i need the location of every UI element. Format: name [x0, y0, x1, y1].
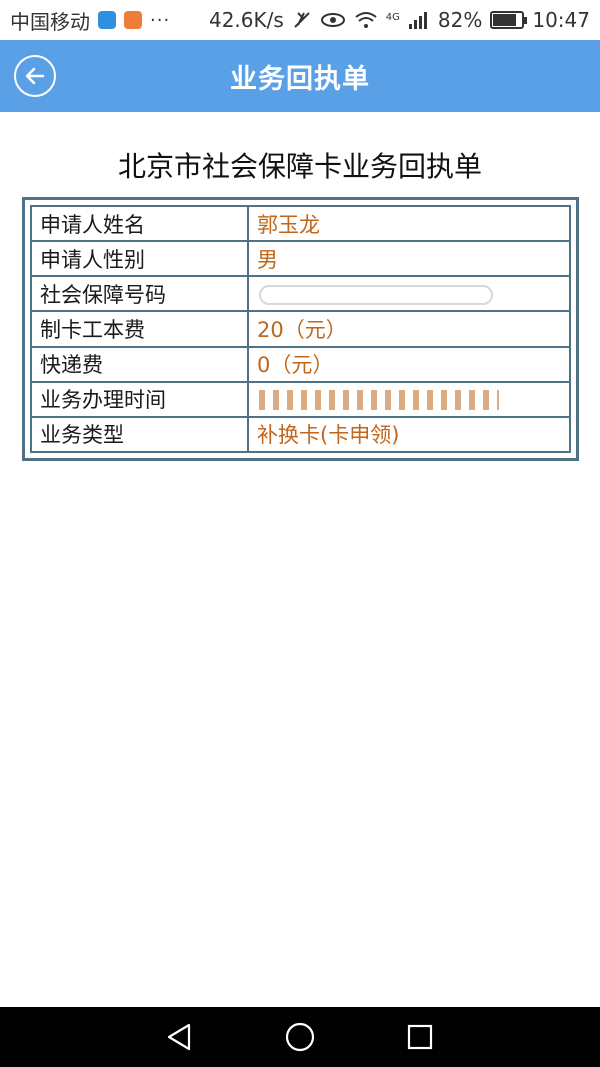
app-notification-icon [98, 11, 116, 29]
table-row: 制卡工本费 20（元） [30, 310, 571, 348]
row-label: 申请人性别 [30, 240, 249, 278]
app-notification-icon [124, 11, 142, 29]
process-time-redacted [247, 380, 571, 418]
table-row: 申请人性别 男 [30, 240, 571, 278]
table-row: 业务办理时间 [30, 380, 571, 418]
battery-percent: 82% [437, 8, 483, 32]
table-row: 业务类型 补换卡(卡申领) [30, 415, 571, 454]
row-label: 申请人姓名 [30, 204, 249, 243]
triangle-back-icon [167, 1023, 191, 1051]
system-nav-bar [0, 1007, 600, 1067]
social-security-number-redacted [247, 275, 571, 313]
wifi-icon [355, 12, 377, 28]
table-row: 快递费 0（元） [30, 345, 571, 383]
receipt-table: 申请人姓名 郭玉龙 申请人性别 男 社会保障号码 制卡工本费 20（元） 快递费… [30, 204, 571, 454]
row-value: 补换卡(卡申领) [247, 415, 571, 454]
row-value: 20（元） [247, 310, 571, 348]
redacted-field [259, 284, 493, 305]
back-button[interactable] [14, 55, 56, 97]
row-value: 0（元） [247, 345, 571, 383]
row-label: 制卡工本费 [30, 310, 249, 348]
row-label: 社会保障号码 [30, 275, 249, 313]
clock: 10:47 [532, 8, 590, 32]
table-row: 社会保障号码 [30, 275, 571, 313]
redacted-text [259, 390, 499, 411]
back-arrow-icon [25, 67, 45, 85]
page-title: 业务回执单 [230, 63, 370, 95]
carrier-label: 中国移动 [10, 9, 90, 34]
receipt-title: 北京市社会保障卡业务回执单 [117, 150, 482, 183]
nav-home-button[interactable] [270, 1007, 330, 1067]
nav-back-button[interactable] [150, 1007, 210, 1067]
row-label: 快递费 [30, 345, 249, 383]
table-row: 申请人姓名 郭玉龙 [30, 204, 571, 243]
row-label: 业务类型 [30, 415, 249, 454]
square-recent-icon [407, 1024, 433, 1050]
status-bar: 中国移动 ··· 42.6K/s 4G 82% 10:47 [0, 0, 600, 40]
row-value: 郭玉龙 [247, 204, 571, 243]
mute-icon [294, 12, 310, 28]
receipt-table-frame: 申请人姓名 郭玉龙 申请人性别 男 社会保障号码 制卡工本费 20（元） 快递费… [22, 197, 579, 461]
network-speed: 42.6K/s [208, 8, 284, 32]
eye-icon [320, 13, 345, 27]
app-header: 业务回执单 [0, 40, 600, 112]
signal-icon [408, 12, 427, 29]
network-type: 4G [385, 12, 400, 23]
battery-icon [490, 11, 528, 29]
row-value: 男 [247, 240, 571, 278]
nav-recent-button[interactable] [390, 1007, 450, 1067]
row-label: 业务办理时间 [30, 380, 249, 418]
more-notifications-icon: ··· [150, 9, 171, 31]
circle-home-icon [285, 1022, 315, 1052]
